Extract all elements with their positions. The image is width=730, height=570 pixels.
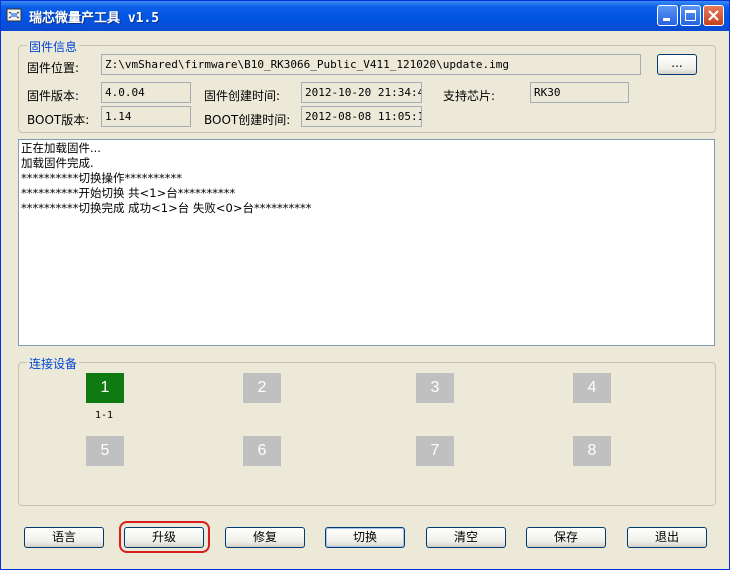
boot-create-time-field: 2012-08-08 11:05:10 <box>301 106 422 127</box>
main-window: 瑞芯微量产工具 v1.5 固件信息 固件位置: Z:\vmShared\firm… <box>0 0 730 570</box>
supported-chip-field: RK30 <box>530 82 629 103</box>
device-slot-5[interactable]: 5 <box>86 436 124 466</box>
device-slot-8[interactable]: 8 <box>573 436 611 466</box>
repair-button[interactable]: 修复 <box>225 527 305 548</box>
log-line: **********切换完成 成功<1>台 失败<0>台********** <box>21 201 312 215</box>
firmware-location-field[interactable]: Z:\vmShared\firmware\B10_RK3066_Public_V… <box>101 54 641 75</box>
device-slot-4[interactable]: 4 <box>573 373 611 403</box>
connected-devices-title: 连接设备 <box>27 355 80 372</box>
device-slot-1-port: 1-1 <box>95 410 114 421</box>
device-slot-3[interactable]: 3 <box>416 373 454 403</box>
close-icon <box>708 10 719 21</box>
title-bar[interactable]: 瑞芯微量产工具 v1.5 <box>1 1 729 31</box>
device-slot-1[interactable]: 1 <box>86 373 124 403</box>
log-line: 加载固件完成. <box>21 156 94 170</box>
firmware-info-title: 固件信息 <box>27 38 80 55</box>
supported-chip-label: 支持芯片: <box>443 89 496 103</box>
firmware-version-field: 4.0.04 <box>101 82 191 103</box>
boot-create-time-label: BOOT创建时间: <box>204 113 291 127</box>
language-button[interactable]: 语言 <box>24 527 104 548</box>
exit-button[interactable]: 退出 <box>627 527 707 548</box>
device-slot-7[interactable]: 7 <box>416 436 454 466</box>
switch-button[interactable]: 切换 <box>325 527 405 548</box>
log-line: **********切换操作********** <box>21 171 182 185</box>
log-output[interactable]: 正在加载固件... 加载固件完成. **********切换操作********… <box>18 139 715 346</box>
firmware-create-time-label: 固件创建时间: <box>204 89 281 103</box>
save-button[interactable]: 保存 <box>526 527 606 548</box>
boot-version-label: BOOT版本: <box>27 113 90 127</box>
maximize-button[interactable] <box>680 5 701 26</box>
app-icon <box>6 7 22 23</box>
firmware-location-label: 固件位置: <box>27 61 80 75</box>
upgrade-highlight-annotation <box>119 521 210 553</box>
close-button[interactable] <box>703 5 724 26</box>
firmware-create-time-field: 2012-10-20 21:34:49 <box>301 82 422 103</box>
maximize-icon <box>685 10 696 21</box>
device-slot-2[interactable]: 2 <box>243 373 281 403</box>
device-slot-6[interactable]: 6 <box>243 436 281 466</box>
minimize-icon <box>663 18 670 21</box>
log-line: **********开始切换 共<1>台********** <box>21 186 236 200</box>
window-title: 瑞芯微量产工具 v1.5 <box>29 11 160 26</box>
firmware-version-label: 固件版本: <box>27 89 80 103</box>
boot-version-field: 1.14 <box>101 106 191 127</box>
browse-button[interactable]: ... <box>657 54 697 75</box>
log-line: 正在加载固件... <box>21 141 101 155</box>
clear-button[interactable]: 清空 <box>426 527 506 548</box>
minimize-button[interactable] <box>657 5 678 26</box>
